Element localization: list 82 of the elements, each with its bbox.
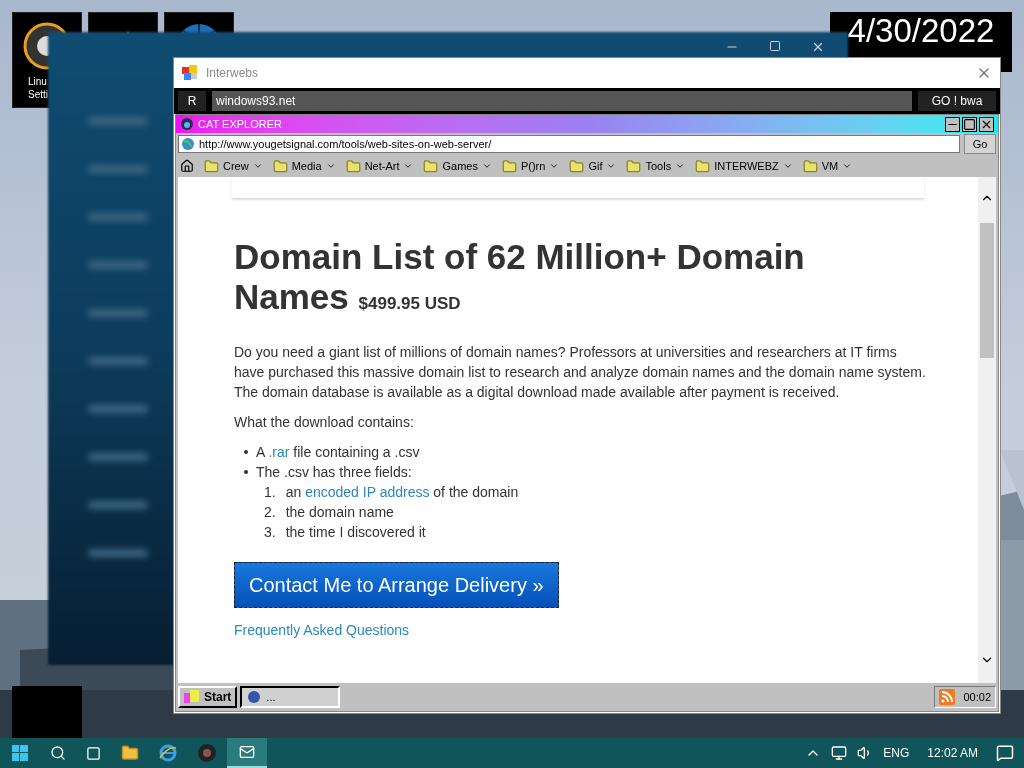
app-icon	[182, 65, 198, 81]
scrollbar[interactable]	[978, 177, 996, 683]
desktop-tile	[12, 686, 82, 738]
app-icon[interactable]	[197, 743, 217, 763]
mail-icon	[239, 744, 255, 760]
window-title: CAT EXPLORER	[198, 116, 282, 132]
go-button[interactable]: Go	[964, 134, 996, 154]
bookmark-folder[interactable]: Tools	[626, 157, 686, 175]
start-button[interactable]: Start	[178, 686, 238, 708]
folder-icon	[501, 158, 517, 174]
list-number: 3.	[264, 523, 276, 542]
list-item: the time I discovered it	[285, 523, 426, 542]
list-item: A .rar file containing a .csv	[256, 443, 420, 462]
list-number: 1.	[264, 483, 276, 502]
list-label: What the download contains:	[234, 413, 415, 432]
faq-link[interactable]: Frequently Asked Questions	[234, 620, 928, 640]
url-field[interactable]: windows93.net	[212, 91, 912, 111]
home-icon[interactable]	[180, 159, 194, 173]
caret-icon	[252, 161, 263, 171]
minimize-icon[interactable]	[945, 116, 960, 132]
folder-icon	[423, 158, 439, 174]
caret-icon	[403, 161, 414, 171]
folder-icon	[626, 158, 642, 174]
folder-icon	[272, 158, 288, 174]
start-logo-icon	[184, 690, 200, 704]
close-icon[interactable]	[811, 40, 825, 54]
folder-icon	[345, 158, 361, 174]
cat-icon	[180, 117, 194, 131]
folder-icon	[204, 158, 219, 174]
taskbar-time[interactable]: 12:02 AM	[927, 744, 978, 762]
icon-label: Linu Setti	[28, 75, 48, 101]
bookmark-folder[interactable]: Gif	[569, 157, 617, 175]
bookmark-folder[interactable]: INTERWEBZ	[695, 157, 793, 175]
globe-icon	[181, 137, 195, 151]
bookmark-folder[interactable]: Net-Art	[345, 157, 414, 175]
folder-icon	[695, 158, 711, 174]
rss-icon[interactable]	[939, 689, 956, 705]
list-item: The .csv has three fields:	[256, 463, 412, 482]
windows-logo-icon[interactable]	[12, 745, 28, 761]
list-number: 2.	[264, 503, 276, 522]
close-icon[interactable]	[979, 116, 994, 132]
bookmark-folder[interactable]: Media	[272, 157, 336, 175]
bullet-icon	[244, 470, 248, 474]
maximize-icon[interactable]	[962, 116, 977, 132]
intro-paragraph: Do you need a giant list of millions of domain names? Professors at universities and researchers at IT firms have purchased this massive domain list to research and analyze domain names and the domain name system. The domain database is available as a digital download made available after payment is received.	[234, 343, 927, 402]
bookmark-folder[interactable]: Crew	[204, 157, 263, 175]
caret-icon	[549, 161, 560, 171]
text-link[interactable]: .rar	[268, 444, 290, 460]
network-icon[interactable]	[831, 745, 848, 761]
caret-icon	[325, 161, 336, 171]
list-item: the domain name	[285, 503, 394, 522]
price: $499.95 USD	[358, 294, 461, 313]
r-button[interactable]: R	[178, 91, 206, 111]
window-title: Interwebs	[206, 65, 259, 82]
caret-icon	[675, 161, 686, 171]
folder-icon	[569, 158, 585, 174]
bullet-icon	[244, 450, 248, 454]
bookmark-folder[interactable]: Games	[423, 157, 492, 175]
go-button[interactable]: GO ! bwa	[918, 91, 996, 111]
task-view-icon[interactable]	[86, 745, 101, 761]
contact-button[interactable]: Contact Me to Arrange Delivery »	[234, 562, 559, 608]
address-field[interactable]: http://www.yougetsignal.com/tools/web-sites-on-web-server/	[178, 135, 960, 153]
mail-app-button[interactable]	[227, 738, 267, 768]
browser-icon[interactable]	[159, 744, 177, 762]
notification-icon[interactable]	[996, 744, 1014, 762]
caret-icon	[842, 161, 853, 171]
list-item: an encoded IP address of the domain	[285, 483, 519, 502]
search-icon[interactable]	[50, 745, 66, 761]
page-heading: Domain List of 62 Million+ Domain Names $499.95 USD	[234, 237, 806, 318]
text-link[interactable]: encoded IP address	[305, 484, 430, 500]
caret-icon	[606, 161, 617, 171]
tray-time: 00:02	[963, 689, 991, 705]
caret-icon	[481, 161, 492, 171]
bookmark-folder[interactable]: VM	[802, 157, 853, 175]
scroll-thumb[interactable]	[980, 223, 994, 358]
folder-icon[interactable]	[121, 744, 139, 762]
task-button[interactable]: ...	[240, 686, 341, 708]
bookmark-folder[interactable]: P()rn	[501, 157, 560, 175]
caret-icon	[782, 161, 793, 171]
language-indicator[interactable]: ENG	[883, 744, 910, 762]
folder-icon	[802, 158, 818, 174]
globe-icon	[246, 690, 263, 704]
